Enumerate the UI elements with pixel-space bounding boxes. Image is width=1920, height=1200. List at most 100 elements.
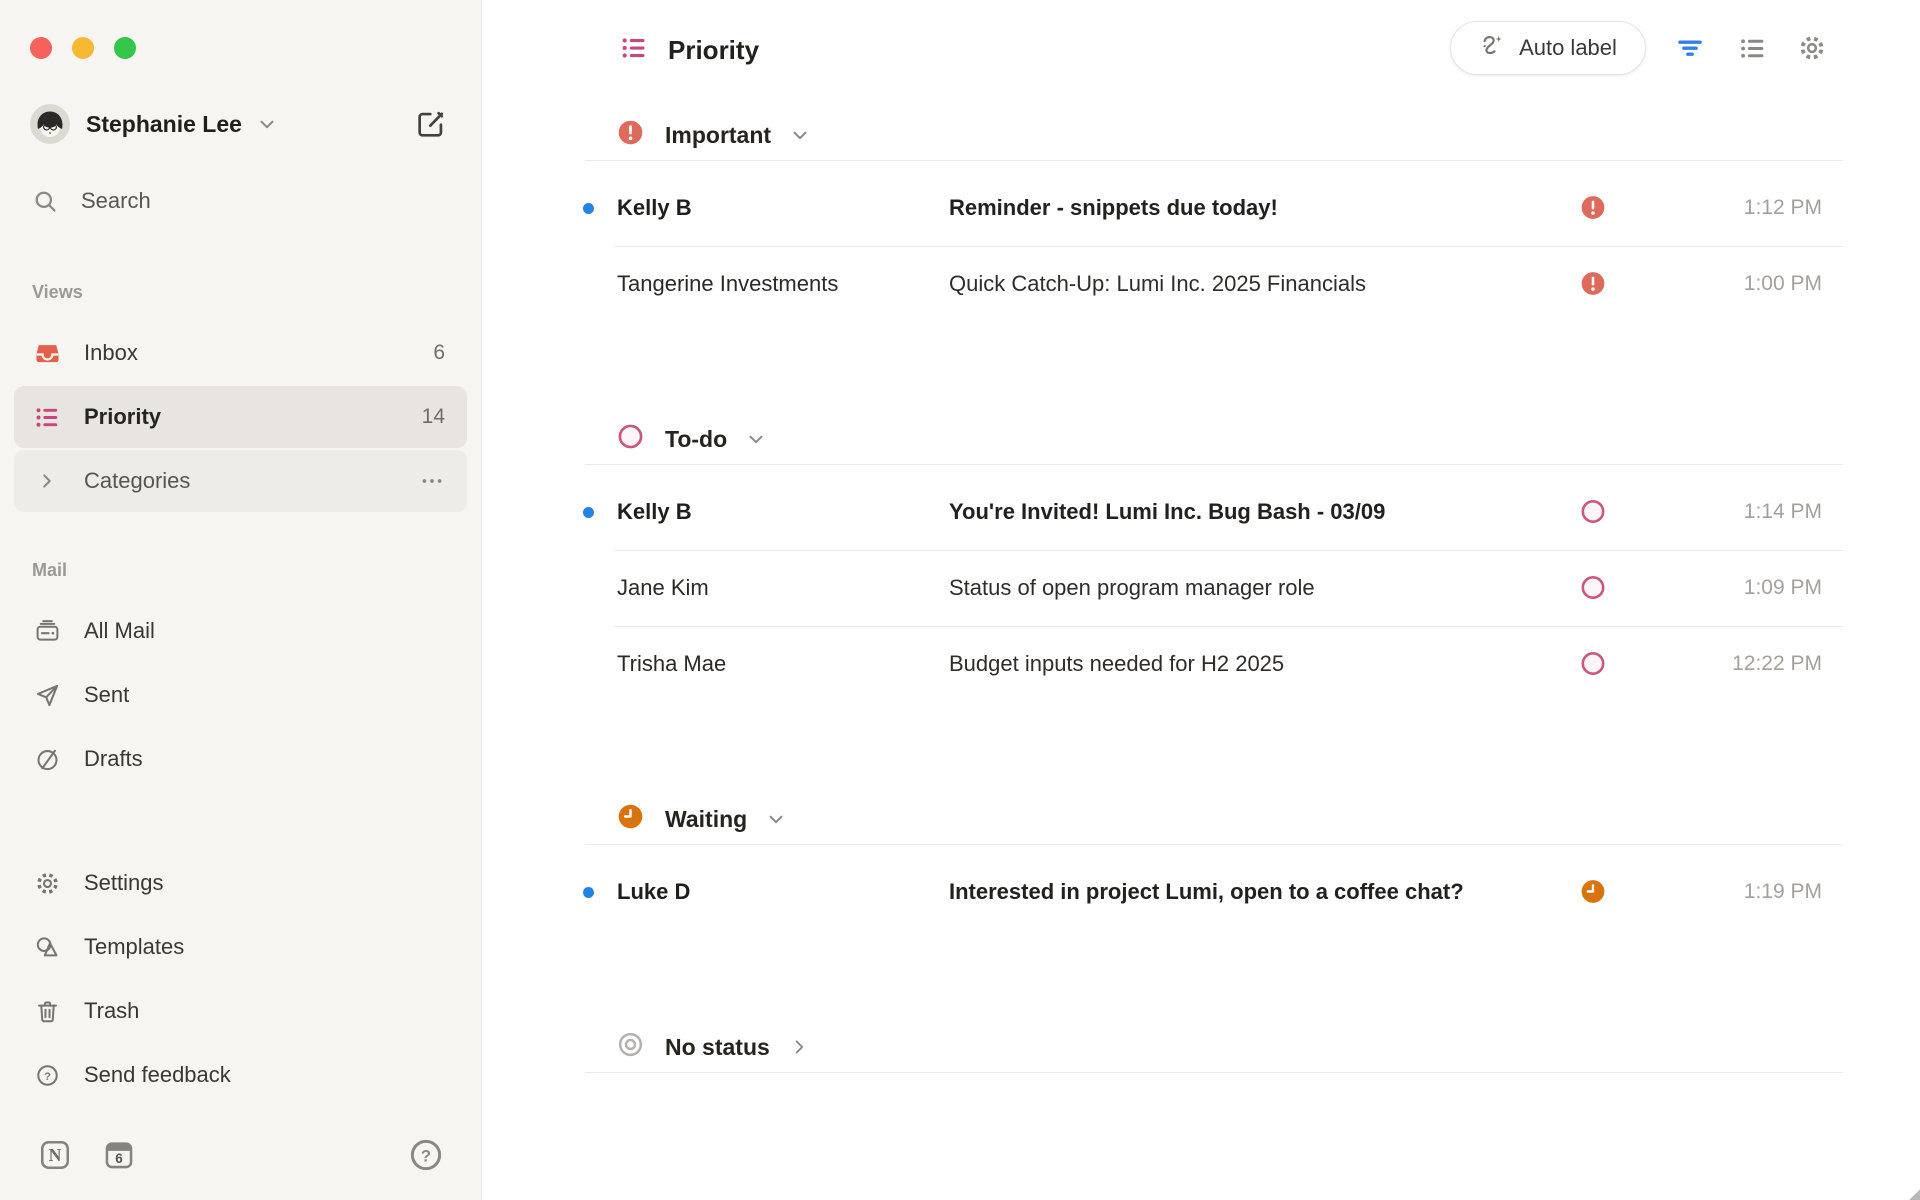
unread-indicator [583,203,594,214]
sent-icon [32,682,62,709]
help-icon[interactable]: ? [407,1136,445,1174]
group-header-waiting[interactable]: Waiting [483,792,787,846]
sidebar-item-categories[interactable]: Categories [14,450,467,512]
sidebar-item-all-mail[interactable]: All Mail [14,600,467,662]
calendar-icon[interactable]: 6 [102,1138,136,1172]
sidebar-footer: N 6 ? [0,1138,481,1182]
email-row[interactable]: Tangerine Investments Quick Catch-Up: Lu… [483,246,1920,322]
sidebar-item-label: Categories [84,468,419,494]
status-important-icon [617,119,644,151]
email-row[interactable]: Kelly B You're Invited! Lumi Inc. Bug Ba… [483,474,1920,550]
sidebar-item-label: All Mail [84,618,445,644]
sidebar-item-trash[interactable]: Trash [14,980,467,1042]
chevron-down-icon[interactable] [765,808,787,830]
zoom-button[interactable] [114,37,136,59]
search-label: Search [81,188,151,214]
templates-icon [32,934,62,961]
email-row[interactable]: Luke D Interested in project Lumi, open … [483,854,1920,930]
mail-list-panel: Priority Auto label [483,0,1920,1200]
help-icon: ? [32,1062,62,1089]
email-time: 1:00 PM [1744,272,1822,296]
group-name: Waiting [665,806,747,833]
email-subject: Budget inputs needed for H2 2025 [949,651,1284,677]
window-controls [30,37,136,59]
status-waiting-icon [617,803,644,835]
views-section: Views Inbox6 Priority14 Categories [14,282,467,514]
email-sender: Tangerine Investments [617,271,838,297]
sidebar-item-label: Settings [84,870,445,896]
sidebar-item-label: Sent [84,682,445,708]
email-sender: Jane Kim [617,575,709,601]
section-label: Mail [14,560,467,580]
email-sender: Luke D [617,879,690,905]
email-time: 12:22 PM [1732,652,1822,676]
utility-section: Settings Templates Trash ? Send feedback [14,852,467,1108]
search-icon [32,188,59,215]
email-row[interactable]: Trisha Mae Budget inputs needed for H2 2… [483,626,1920,702]
status-waiting-icon[interactable] [1580,879,1607,906]
status-important-icon[interactable] [1580,195,1607,222]
sidebar: Stephanie Lee Search Views Inbox6 Priori… [0,0,482,1200]
section-label: Views [14,282,467,302]
group-header-important[interactable]: Important [483,108,811,162]
sidebar-item-inbox[interactable]: Inbox6 [14,322,467,384]
email-groups: Important Kelly B Reminder - snippets du… [483,0,1920,1200]
search-button[interactable]: Search [32,180,151,222]
email-time: 1:12 PM [1744,196,1822,220]
sidebar-item-sent[interactable]: Sent [14,664,467,726]
more-options-icon[interactable] [419,468,445,494]
email-time: 1:09 PM [1744,576,1822,600]
email-time: 1:14 PM [1744,500,1822,524]
status-todo-icon[interactable] [1580,651,1607,678]
svg-text:6: 6 [115,1151,122,1166]
chevron-down-icon[interactable] [745,428,767,450]
sidebar-item-label: Inbox [84,340,433,366]
notion-logo-icon[interactable]: N [38,1138,72,1172]
account-switcher[interactable]: Stephanie Lee [30,100,453,148]
unread-indicator [583,887,594,898]
email-sender: Kelly B [617,195,692,221]
profile-name: Stephanie Lee [86,111,242,138]
close-button[interactable] [30,37,52,59]
status-nostatus-icon [617,1031,644,1063]
email-row[interactable]: Jane Kim Status of open program manager … [483,550,1920,626]
status-todo-icon[interactable] [1580,499,1607,526]
group-name: To-do [665,426,727,453]
divider [585,844,1843,845]
status-important-icon[interactable] [1580,271,1607,298]
sidebar-item-settings[interactable]: Settings [14,852,467,914]
unread-indicator [583,507,594,518]
sidebar-item-priority[interactable]: Priority14 [14,386,467,448]
minimize-button[interactable] [72,37,94,59]
item-count: 6 [433,341,445,365]
svg-text:?: ? [421,1146,431,1165]
avatar [30,104,70,144]
email-sender: Trisha Mae [617,651,726,677]
sidebar-item-drafts[interactable]: Drafts [14,728,467,790]
sidebar-item-send-feedback[interactable]: ? Send feedback [14,1044,467,1106]
chevron-right-icon[interactable] [788,1036,810,1058]
svg-text:N: N [49,1145,62,1165]
item-count: 14 [422,405,445,429]
trash-icon [32,998,62,1025]
divider [585,464,1843,465]
group-header-nostatus[interactable]: No status [483,1020,810,1074]
chevron-down-icon[interactable] [789,124,811,146]
chevron-down-icon [256,113,278,135]
compose-button[interactable] [411,104,451,144]
chevron-right-icon [32,470,62,492]
sidebar-item-label: Drafts [84,746,445,772]
email-sender: Kelly B [617,499,692,525]
sidebar-item-templates[interactable]: Templates [14,916,467,978]
email-row[interactable]: Kelly B Reminder - snippets due today! 1… [483,170,1920,246]
status-todo-icon[interactable] [1580,575,1607,602]
email-time: 1:19 PM [1744,880,1822,904]
email-subject: Status of open program manager role [949,575,1315,601]
sidebar-item-label: Trash [84,998,445,1024]
drafts-icon [32,746,62,773]
email-subject: You're Invited! Lumi Inc. Bug Bash - 03/… [949,499,1385,525]
status-todo-icon [617,423,644,455]
inbox-icon [32,340,62,367]
group-header-todo[interactable]: To-do [483,412,767,466]
email-subject: Interested in project Lumi, open to a co… [949,879,1464,905]
